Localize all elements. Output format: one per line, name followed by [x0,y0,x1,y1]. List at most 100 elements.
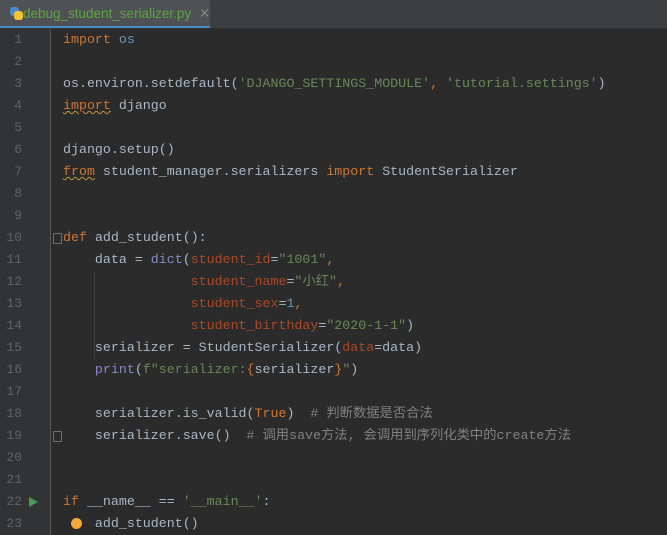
code-line[interactable]: django.setup() [63,139,175,161]
code-token: (): [182,230,207,245]
code-token: , [294,296,303,311]
line-number: 3 [14,76,22,91]
code-line[interactable]: def add_student(): [63,227,207,249]
code-token: ) [286,406,311,421]
line-number: 15 [6,340,22,355]
run-icon[interactable] [29,497,38,507]
line-number: 17 [6,384,22,399]
code-token: if [63,494,79,509]
code-token: ) [350,362,359,377]
code-line[interactable]: serializer.is_valid(True) # 判断数据是否合法 [63,403,433,425]
code-token: , [336,274,345,289]
line-number: 19 [6,428,22,443]
code-token: { [246,362,255,377]
code-token: import [63,32,111,47]
code-token: student_id [190,252,271,267]
code-line[interactable]: os.environ.setdefault('DJANGO_SETTINGS_M… [63,73,606,95]
code-line[interactable]: from student_manager.serializers import … [63,161,518,183]
code-token: # 判断数据是否合法 [310,406,433,421]
code-token: __name__ == [78,494,183,509]
code-line[interactable]: student_sex=1, [63,293,303,315]
code-token: '__main__' [182,494,263,509]
code-token: os [118,32,135,47]
code-token: import [326,164,375,179]
code-line[interactable]: import os [63,29,135,51]
line-number-gutter: 1 2 3 4 5 6 7 8 9 10 11 12 13 14 15 16 17 18 19 20 21 22 23 [0,29,51,535]
line-number: 12 [6,274,22,289]
line-number: 22 [6,494,22,509]
file-tab[interactable]: debug_student_serializer.py × [0,0,210,28]
line-number: 10 [6,230,22,245]
code-token: True [254,406,287,421]
line-number: 21 [6,472,22,487]
code-line[interactable]: serializer = StudentSerializer(data=data… [63,337,422,359]
fold-marker-icon[interactable] [53,233,62,244]
code-token: ) [406,318,415,333]
code-line[interactable]: serializer.save() # 调用save方法, 会调用到序列化类中的… [63,425,571,447]
code-token: os.environ.setdefault( [63,76,239,91]
code-editor[interactable]: 1 2 3 4 5 6 7 8 9 10 11 12 13 14 15 16 17 18 19 20 21 22 23 im… [0,29,667,535]
code-token: =data) [374,340,423,355]
file-tab-label: debug_student_serializer.py [22,5,192,21]
code-token: "1001" [278,252,327,267]
code-token: , [326,252,335,267]
indent-guide [94,271,95,359]
line-number: 4 [14,98,22,113]
line-number: 16 [6,362,22,377]
code-token: 'tutorial.settings' [446,76,598,91]
line-number: 6 [14,142,22,157]
code-token: "2020-1-1" [326,318,407,333]
line-number: 2 [14,54,22,69]
code-token: student_manager.serializers [94,164,327,179]
code-token: ( [182,252,191,267]
code-token: StudentSerializer [374,164,518,179]
code-token: serializer.save() [63,428,247,443]
close-tab-icon[interactable]: × [199,6,210,21]
code-line[interactable]: student_name="小红", [63,271,345,293]
line-number: 20 [6,450,22,465]
code-token: , [430,76,447,91]
code-token: student_name [190,274,287,289]
code-line[interactable]: if __name__ == '__main__': [63,491,270,513]
code-line[interactable]: import django [63,95,167,117]
code-token: "小红" [294,274,337,289]
code-token: def [63,230,87,245]
code-token: : [262,494,271,509]
line-number: 1 [14,32,22,47]
code-token: f"serializer: [142,362,247,377]
code-token: 'DJANGO_SETTINGS_MODULE' [238,76,431,91]
line-number: 13 [6,296,22,311]
code-line[interactable]: add_student() [63,513,199,535]
code-token: student_birthday [190,318,319,333]
code-line[interactable]: student_birthday="2020-1-1") [63,315,414,337]
code-line[interactable]: data = dict(student_id="1001", [63,249,334,271]
code-token: dict [150,252,183,267]
code-token: data = [63,252,151,267]
line-number: 14 [6,318,22,333]
code-token: serializer = StudentSerializer( [63,340,343,355]
code-token: serializer.is_valid( [63,406,255,421]
editor-tab-bar: debug_student_serializer.py × [0,0,667,29]
line-number: 11 [6,252,22,267]
fold-marker-icon[interactable] [53,431,62,442]
code-line[interactable]: print(f"serializer:{serializer}") [63,359,358,381]
lightbulb-icon[interactable] [71,518,82,529]
line-number: 8 [14,186,22,201]
code-token: django.setup() [63,142,175,157]
code-token: # 调用save方法, 会调用到序列化类中的create方法 [246,428,571,443]
code-token: serializer [254,362,335,377]
code-token: data [342,340,375,355]
code-token: print [94,362,135,377]
line-number: 18 [6,406,22,421]
code-token: add_student() [63,516,199,531]
code-token: ) [597,76,606,91]
line-number: 5 [14,120,22,135]
line-number: 23 [6,516,22,531]
code-token: ( [134,362,143,377]
